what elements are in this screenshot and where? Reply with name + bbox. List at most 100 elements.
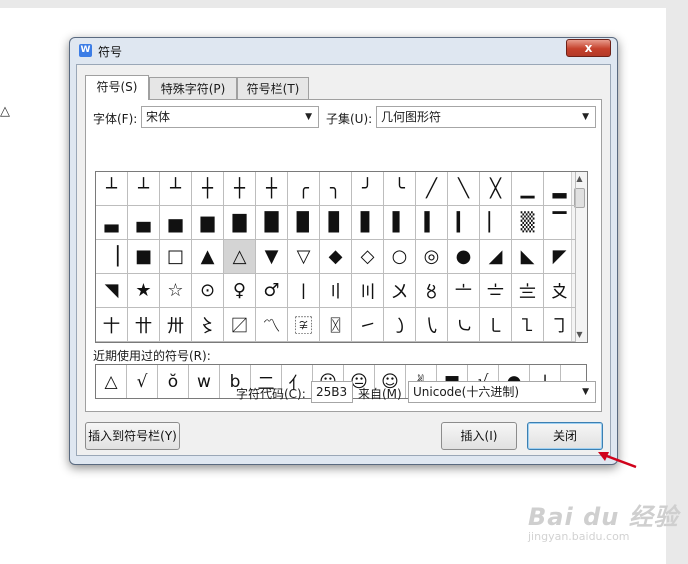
symbol-cell[interactable]: ▼: [256, 240, 288, 274]
symbol-cell[interactable]: 〦: [448, 274, 480, 308]
symbol-cell[interactable]: 〥: [416, 274, 448, 308]
symbol-dialog: W 符号 x 符号(S) 特殊字符(P) 符号栏(T) 字体(F): 宋体 ▼ …: [69, 37, 618, 465]
symbol-cell[interactable]: ╮: [320, 172, 352, 206]
symbol-cell[interactable]: 〡: [288, 274, 320, 308]
char-code-input[interactable]: 25B3: [311, 381, 353, 403]
symbol-grid: ▲ ▼ ┴ ┴ ┴ ┼ ┼ ┼ ╭ ╮ ╯ ╰ ╱ ╲ ╳ ▁ ▂ ▃ ▄ ▅ ▆ ▇ █ ▉ ▊ ▋ ▌ ▍ ▎ ▏ ▒ ▔ ▕ ■ □ ▲ △ ▼…: [95, 171, 588, 343]
symbol-cell[interactable]: ┴: [96, 172, 128, 206]
symbol-cell[interactable]: ╭: [288, 172, 320, 206]
symbol-cell[interactable]: ㇅: [512, 308, 544, 342]
symbol-cell[interactable]: ▏: [480, 206, 512, 240]
symbol-cell[interactable]: ▄: [128, 206, 160, 240]
symbol-cell[interactable]: 〢: [320, 274, 352, 308]
symbol-cell[interactable]: ▌: [384, 206, 416, 240]
symbol-cell[interactable]: ▆: [192, 206, 224, 240]
encoding-select-value: Unicode(十六进制): [413, 385, 520, 399]
insert-to-symbol-bar-button[interactable]: 插入到符号栏(Y): [85, 422, 180, 450]
symbol-cell[interactable]: ◣: [512, 240, 544, 274]
symbol-cell[interactable]: ┼: [224, 172, 256, 206]
symbol-cell[interactable]: ⊙: [192, 274, 224, 308]
symbol-cell[interactable]: 〧: [480, 274, 512, 308]
symbol-cell[interactable]: ○: [384, 240, 416, 274]
insert-button[interactable]: 插入(I): [441, 422, 517, 450]
watermark-url: jingyan.baidu.com: [528, 530, 630, 543]
symbol-cell[interactable]: ┼: [192, 172, 224, 206]
symbol-cell[interactable]: ▂: [544, 172, 576, 206]
symbol-cell[interactable]: 〺: [160, 308, 192, 342]
symbol-cell[interactable]: ▲: [192, 240, 224, 274]
symbol-cell[interactable]: 〣: [352, 274, 384, 308]
symbol-cell[interactable]: ▕: [96, 240, 128, 274]
symbol-cell[interactable]: ㇁: [384, 308, 416, 342]
symbol-cell[interactable]: █: [256, 206, 288, 240]
tab-symbol-bar[interactable]: 符号栏(T): [237, 77, 309, 99]
symbol-cell[interactable]: ▋: [352, 206, 384, 240]
symbol-cell[interactable]: 〼: [224, 308, 256, 342]
symbol-cell[interactable]: ☆: [160, 274, 192, 308]
symbol-cell[interactable]: 〿: [320, 308, 352, 342]
recent-symbol-cell[interactable]: w: [189, 365, 220, 398]
symbol-cell[interactable]: 〨: [512, 274, 544, 308]
symbol-cell[interactable]: ㇀: [352, 308, 384, 342]
font-select-value: 宋体: [146, 110, 171, 124]
symbol-cell[interactable]: ▍: [416, 206, 448, 240]
symbol-cell[interactable]: ╯: [352, 172, 384, 206]
dialog-client-area: 符号(S) 特殊字符(P) 符号栏(T) 字体(F): 宋体 ▼ 子集(U): …: [76, 64, 611, 456]
symbol-cell[interactable]: ★: [128, 274, 160, 308]
symbol-cell[interactable]: ▊: [320, 206, 352, 240]
recent-symbol-cell[interactable]: △: [96, 365, 127, 398]
symbol-cell[interactable]: ┼: [256, 172, 288, 206]
symbol-cell[interactable]: ◥: [96, 274, 128, 308]
symbol-cell[interactable]: ┴: [160, 172, 192, 206]
symbol-cell[interactable]: △: [224, 240, 256, 274]
close-icon[interactable]: x: [566, 39, 611, 57]
symbol-cell[interactable]: ●: [448, 240, 480, 274]
symbol-cell[interactable]: ㇄: [480, 308, 512, 342]
symbol-cell[interactable]: ╰: [384, 172, 416, 206]
symbol-cell[interactable]: ╲: [448, 172, 480, 206]
symbol-cell[interactable]: ♀: [224, 274, 256, 308]
recent-symbol-cell[interactable]: √: [127, 365, 158, 398]
symbol-cell[interactable]: ╱: [416, 172, 448, 206]
symbol-cell[interactable]: ♂: [256, 274, 288, 308]
symbol-cell[interactable]: ▃: [96, 206, 128, 240]
symbol-cell[interactable]: ┴: [128, 172, 160, 206]
symbol-cell[interactable]: ㇃: [448, 308, 480, 342]
symbol-cell[interactable]: ╳: [480, 172, 512, 206]
symbol-cell[interactable]: 〸: [96, 308, 128, 342]
symbol-cell[interactable]: ■: [128, 240, 160, 274]
symbol-cell[interactable]: ▉: [288, 206, 320, 240]
char-code-label: 字符代码(C):: [236, 387, 306, 401]
symbol-cell[interactable]: 〾: [288, 308, 320, 342]
tab-special-characters[interactable]: 特殊字符(P): [149, 77, 237, 99]
watermark-logo: Bai du 经验: [528, 503, 679, 531]
symbol-cell[interactable]: ▁: [512, 172, 544, 206]
chevron-down-icon: ▼: [305, 112, 312, 122]
symbol-cell[interactable]: ㇆: [544, 308, 576, 342]
symbol-cell[interactable]: ▔: [544, 206, 576, 240]
symbol-cell[interactable]: ▇: [224, 206, 256, 240]
symbol-cell[interactable]: ◤: [544, 240, 576, 274]
symbol-cell[interactable]: ▎: [448, 206, 480, 240]
symbol-cell[interactable]: ◆: [320, 240, 352, 274]
symbol-cell[interactable]: 〤: [384, 274, 416, 308]
subset-select[interactable]: 几何图形符 ▼: [376, 106, 596, 128]
symbol-cell[interactable]: 〹: [128, 308, 160, 342]
symbol-cell[interactable]: ◢: [480, 240, 512, 274]
tab-symbols[interactable]: 符号(S): [85, 75, 149, 100]
symbol-cell[interactable]: ◇: [352, 240, 384, 274]
close-button[interactable]: 关闭: [527, 422, 603, 450]
symbol-cell[interactable]: ▒: [512, 206, 544, 240]
recent-symbol-cell[interactable]: ŏ: [158, 365, 189, 398]
symbol-cell[interactable]: ◎: [416, 240, 448, 274]
symbol-cell[interactable]: 〻: [192, 308, 224, 342]
symbol-cell[interactable]: 〽: [256, 308, 288, 342]
dialog-titlebar[interactable]: W 符号 x: [70, 38, 617, 64]
encoding-select[interactable]: Unicode(十六进制) ▼: [408, 381, 596, 403]
symbol-cell[interactable]: ▅: [160, 206, 192, 240]
symbol-cell[interactable]: 〩: [544, 274, 576, 308]
font-select[interactable]: 宋体 ▼: [141, 106, 319, 128]
symbol-cell[interactable]: ㇂: [416, 308, 448, 342]
symbol-cell[interactable]: ▽: [288, 240, 320, 274]
symbol-cell[interactable]: □: [160, 240, 192, 274]
